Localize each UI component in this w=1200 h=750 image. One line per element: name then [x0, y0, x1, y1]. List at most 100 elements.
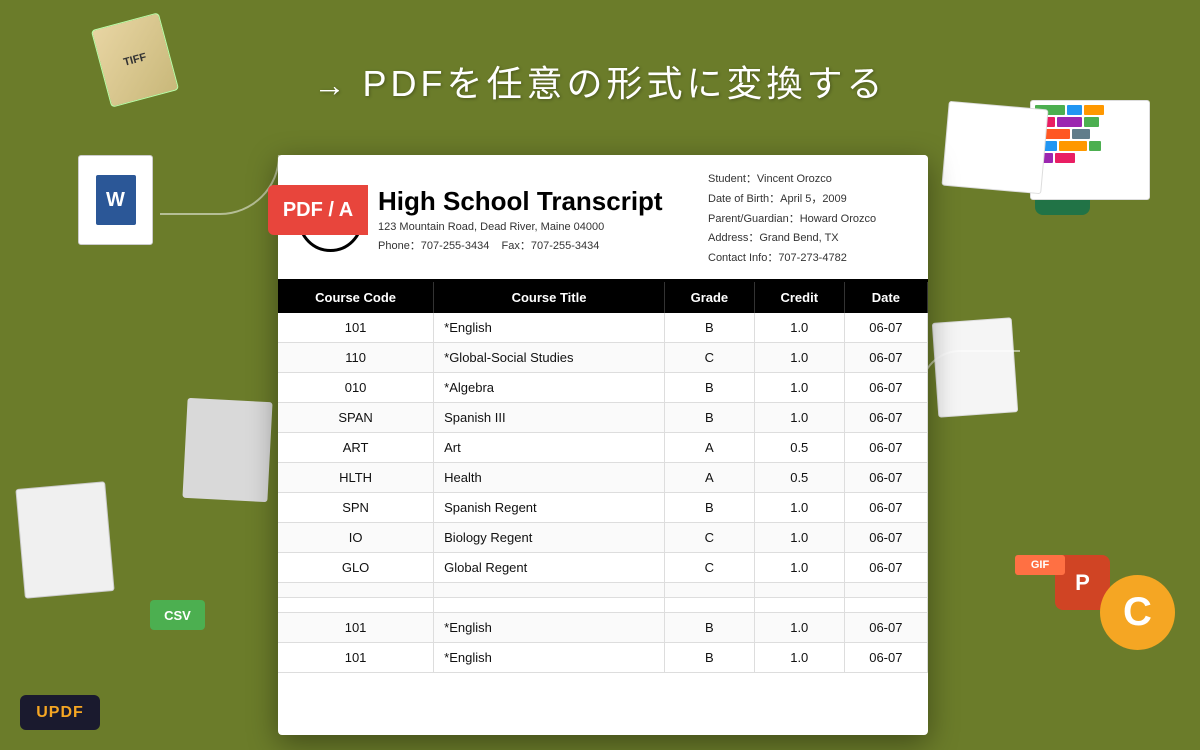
col-header-credit: Credit	[754, 282, 844, 313]
paper-decoration-bl	[15, 481, 114, 598]
school-phone-fax: Phone：707-255-3434 Fax：707-255-3434	[378, 237, 693, 253]
cell-grade: C	[664, 522, 754, 552]
student-name: Student：Vincent Orozco	[708, 170, 908, 190]
cell-date: 06-07	[844, 462, 927, 492]
transcript-table: Course Code Course Title Grade Credit Da…	[278, 282, 928, 673]
cell-date: 06-07	[844, 522, 927, 552]
cell-grade: B	[664, 402, 754, 432]
cell-code: SPAN	[278, 402, 434, 432]
table-row: 101 *English B 1.0 06-07	[278, 642, 928, 672]
cell-credit: 1.0	[754, 492, 844, 522]
cell-grade: C	[664, 552, 754, 582]
col-header-date: Date	[844, 282, 927, 313]
page-title: PDFを任意の形式に変換する	[314, 55, 887, 107]
cell-date: 06-07	[844, 642, 927, 672]
cell-credit: 1.0	[754, 552, 844, 582]
cell-grade: C	[664, 342, 754, 372]
cell-title: Spanish III	[434, 402, 665, 432]
cell-grade	[664, 597, 754, 612]
document-panel: ★ ★ ★ 📖 High School Transcript 123 Mount…	[278, 155, 928, 735]
pdf-a-badge: PDF / A	[268, 185, 368, 235]
cell-grade	[664, 582, 754, 597]
cell-grade: B	[664, 313, 754, 343]
table-row: IO Biology Regent C 1.0 06-07	[278, 522, 928, 552]
table-header: Course Code Course Title Grade Credit Da…	[278, 282, 928, 313]
table-row: 110 *Global-Social Studies C 1.0 06-07	[278, 342, 928, 372]
cell-date: 06-07	[844, 402, 927, 432]
paper-decoration-tr	[941, 101, 1048, 194]
cell-title: Global Regent	[434, 552, 665, 582]
table-body: 101 *English B 1.0 06-07 110 *Global-Soc…	[278, 313, 928, 673]
csv-badge: CSV	[150, 600, 205, 630]
cell-code: 101	[278, 642, 434, 672]
student-contact: Contact Info：707-273-4782	[708, 249, 908, 269]
cell-title: *Global-Social Studies	[434, 342, 665, 372]
cell-date: 06-07	[844, 552, 927, 582]
cell-code: 010	[278, 372, 434, 402]
cell-code	[278, 597, 434, 612]
cell-title: Biology Regent	[434, 522, 665, 552]
student-guardian: Parent/Guardian：Howard Orozco	[708, 210, 908, 230]
col-header-grade: Grade	[664, 282, 754, 313]
cell-code: GLO	[278, 552, 434, 582]
col-header-title: Course Title	[434, 282, 665, 313]
table-row: HLTH Health A 0.5 06-07	[278, 462, 928, 492]
cell-credit: 1.0	[754, 402, 844, 432]
document-title: High School Transcript	[378, 186, 693, 217]
table-row: SPN Spanish Regent B 1.0 06-07	[278, 492, 928, 522]
cell-code: IO	[278, 522, 434, 552]
cell-code: ART	[278, 432, 434, 462]
student-address: Address：Grand Bend, TX	[708, 229, 908, 249]
fax-number: Fax：707-255-3434	[502, 240, 600, 252]
cell-code: HLTH	[278, 462, 434, 492]
cell-grade: B	[664, 612, 754, 642]
cell-title: Spanish Regent	[434, 492, 665, 522]
cell-title: *English	[434, 612, 665, 642]
cell-date	[844, 597, 927, 612]
cell-title	[434, 597, 665, 612]
cell-code	[278, 582, 434, 597]
cell-credit: 1.0	[754, 612, 844, 642]
cell-title: *English	[434, 313, 665, 343]
table-row: ART Art A 0.5 06-07	[278, 432, 928, 462]
cell-credit: 1.0	[754, 342, 844, 372]
table-row: 010 *Algebra B 1.0 06-07	[278, 372, 928, 402]
cell-title	[434, 582, 665, 597]
cell-credit: 0.5	[754, 462, 844, 492]
table-row: SPAN Spanish III B 1.0 06-07	[278, 402, 928, 432]
col-header-code: Course Code	[278, 282, 434, 313]
cell-credit: 1.0	[754, 313, 844, 343]
cell-title: Art	[434, 432, 665, 462]
word-doc-decoration: W	[78, 155, 153, 245]
table-row	[278, 582, 928, 597]
cell-date	[844, 582, 927, 597]
title-area: High School Transcript 123 Mountain Road…	[378, 186, 693, 253]
table-row: 101 *English B 1.0 06-07	[278, 313, 928, 343]
cell-date: 06-07	[844, 612, 927, 642]
cell-code: SPN	[278, 492, 434, 522]
word-icon: W	[96, 175, 136, 225]
cell-credit: 1.0	[754, 522, 844, 552]
table-row: GLO Global Regent C 1.0 06-07	[278, 552, 928, 582]
cell-grade: B	[664, 372, 754, 402]
gif-badge: GIF	[1015, 555, 1065, 575]
table-row: 101 *English B 1.0 06-07	[278, 612, 928, 642]
cell-title: *English	[434, 642, 665, 672]
cell-credit: 0.5	[754, 432, 844, 462]
cell-title: Health	[434, 462, 665, 492]
cell-credit: 1.0	[754, 642, 844, 672]
cell-code: 101	[278, 313, 434, 343]
cell-code: 101	[278, 612, 434, 642]
cell-date: 06-07	[844, 372, 927, 402]
c-badge: C	[1100, 575, 1175, 650]
cell-date: 06-07	[844, 492, 927, 522]
cell-grade: B	[664, 642, 754, 672]
cell-date: 06-07	[844, 313, 927, 343]
cell-title: *Algebra	[434, 372, 665, 402]
cell-credit: 1.0	[754, 372, 844, 402]
paper-decoration-bl2	[182, 398, 272, 502]
curve-arrow-right	[920, 350, 1020, 430]
school-address: 123 Mountain Road, Dead River, Maine 040…	[378, 221, 693, 233]
cell-code: 110	[278, 342, 434, 372]
cell-credit	[754, 582, 844, 597]
